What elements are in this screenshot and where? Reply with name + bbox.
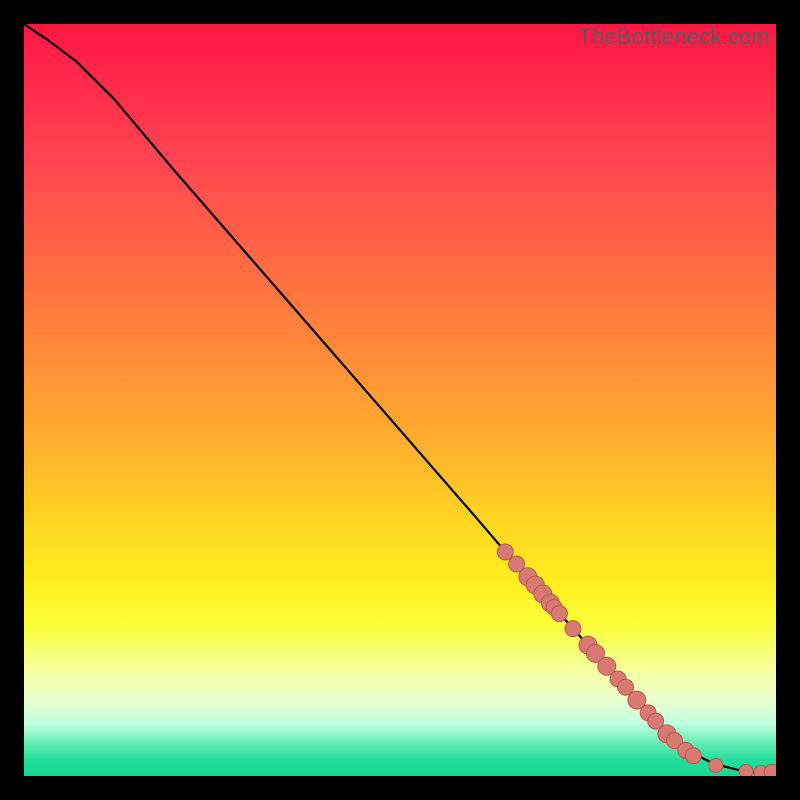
data-points-group [497,544,776,776]
bottleneck-curve [24,24,776,772]
plot-svg [24,24,776,776]
data-point [764,764,776,776]
data-point [497,544,513,560]
data-point [565,621,581,637]
data-point [551,606,567,622]
data-point [709,758,723,772]
chart-frame: TheBottleneck.com [24,24,776,776]
data-point [685,748,701,764]
data-point [739,764,753,776]
